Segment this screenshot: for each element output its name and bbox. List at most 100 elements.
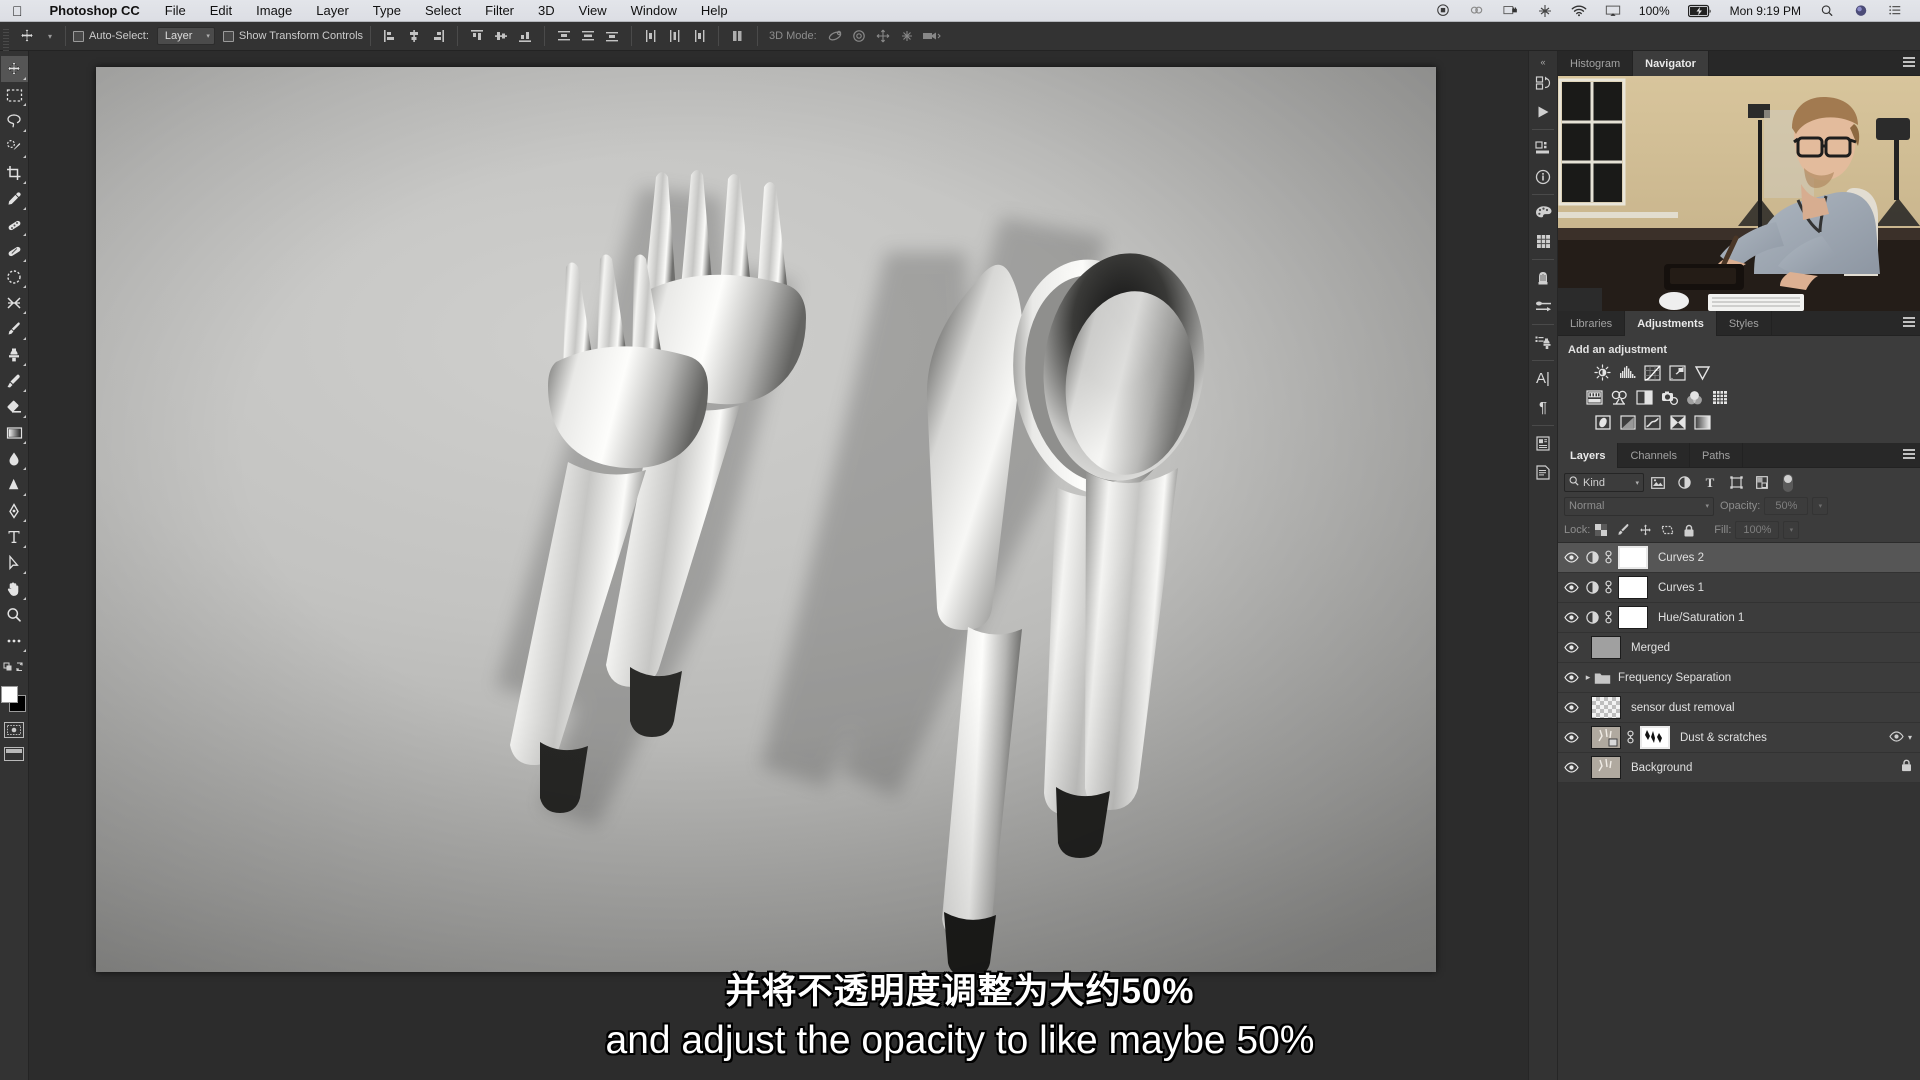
threshold-icon[interactable] [1640, 410, 1665, 435]
panel-menu-icon[interactable] [1903, 449, 1915, 461]
path-selection-tool[interactable] [1, 550, 28, 576]
properties-icon[interactable] [1529, 133, 1557, 162]
orbit-3d-icon[interactable] [824, 25, 846, 47]
creative-cloud-icon[interactable] [1460, 4, 1494, 18]
layer-name[interactable]: Merged [1631, 642, 1670, 654]
gradient-tool[interactable] [1, 420, 28, 446]
tab-adjustments[interactable]: Adjustments [1625, 311, 1717, 336]
layer-name[interactable]: Background [1631, 762, 1692, 774]
menubar-clock[interactable]: Mon 9:19 PM [1721, 4, 1810, 18]
vibrance-icon[interactable] [1690, 360, 1715, 385]
filter-adjustment-layers-icon[interactable] [1672, 472, 1696, 493]
selective-color-icon[interactable] [1665, 410, 1690, 435]
menu-3d[interactable]: 3D [526, 3, 567, 18]
lock-transparent-pixels-icon[interactable] [1590, 520, 1612, 540]
fill-value-field[interactable]: 100% [1735, 521, 1780, 539]
layer-name[interactable]: Curves 1 [1658, 582, 1704, 594]
roll-3d-icon[interactable] [848, 25, 870, 47]
chevron-down-icon[interactable]: ▾ [1908, 733, 1912, 742]
distribute-right-edges-icon[interactable] [688, 25, 710, 47]
options-bar-grip[interactable] [0, 21, 12, 51]
paragraph-styles-icon[interactable] [1529, 458, 1557, 487]
dodge-tool[interactable] [1, 472, 28, 498]
layer-name[interactable]: sensor dust removal [1631, 702, 1735, 714]
layer-visibility-eye-icon[interactable] [1561, 633, 1582, 663]
layer-mask-link-icon[interactable] [1602, 550, 1615, 565]
auto-select-checkbox[interactable] [73, 30, 84, 42]
align-horizontal-centers-icon[interactable] [403, 25, 425, 47]
table-row[interactable]: Curves 1 [1558, 573, 1920, 603]
clone-stamp-tool[interactable] [1, 342, 28, 368]
filter-enable-toggle[interactable] [1782, 473, 1794, 492]
gradient-map-icon[interactable] [1690, 410, 1715, 435]
lasso-tool[interactable] [1, 108, 28, 134]
pan-3d-icon[interactable] [872, 25, 894, 47]
lock-icon[interactable] [1901, 759, 1912, 777]
distribute-bottom-edges-icon[interactable] [601, 25, 623, 47]
patch-tool[interactable] [1, 264, 28, 290]
layer-visibility-eye-icon[interactable] [1561, 753, 1582, 783]
exposure-icon[interactable] [1665, 360, 1690, 385]
layer-mask-thumbnail[interactable] [1640, 726, 1670, 749]
layer-filter-kind-dropdown[interactable]: Kind ▾ [1564, 473, 1644, 492]
opacity-value-field[interactable]: 50% [1764, 497, 1809, 515]
default-and-swap-colors[interactable] [1, 654, 28, 680]
crop-tool[interactable] [1, 160, 28, 186]
zoom-tool[interactable] [1, 602, 28, 628]
menu-type[interactable]: Type [361, 3, 413, 18]
hue-saturation-icon[interactable] [1582, 385, 1607, 410]
paragraph-icon[interactable]: ¶ [1529, 393, 1557, 422]
layer-visibility-eye-icon[interactable] [1561, 663, 1582, 693]
menu-layer[interactable]: Layer [304, 3, 361, 18]
layer-mask-link-icon[interactable] [1624, 730, 1637, 745]
menu-view[interactable]: View [567, 3, 619, 18]
smart-object-thumbnail[interactable] [1591, 726, 1621, 749]
distribute-left-edges-icon[interactable] [640, 25, 662, 47]
siri-icon[interactable] [1844, 4, 1878, 18]
smart-filter-eye-icon[interactable] [1889, 729, 1904, 747]
character-styles-icon[interactable] [1529, 429, 1557, 458]
lock-all-icon[interactable] [1678, 520, 1700, 540]
healing-brush-tool[interactable] [1, 238, 28, 264]
channel-mixer-icon[interactable] [1682, 385, 1707, 410]
layer-visibility-eye-icon[interactable] [1561, 723, 1582, 753]
document-window[interactable] [96, 67, 1436, 972]
filter-pixel-layers-icon[interactable] [1646, 472, 1670, 493]
layer-mask-thumbnail[interactable] [1618, 546, 1648, 569]
menu-help[interactable]: Help [689, 3, 740, 18]
notification-center-icon[interactable] [1878, 4, 1912, 18]
apple-logo-icon[interactable]:  [0, 4, 37, 18]
info-icon[interactable] [1529, 162, 1557, 191]
show-transform-controls-checkbox[interactable] [222, 30, 234, 42]
quick-mask-icon[interactable] [4, 722, 24, 738]
battery-charging-icon[interactable] [1679, 4, 1721, 18]
clone-source-icon[interactable] [1529, 328, 1557, 357]
layer-name[interactable]: Hue/Saturation 1 [1658, 612, 1744, 624]
color-balance-icon[interactable] [1607, 385, 1632, 410]
move-tool[interactable] [0, 56, 28, 82]
screen-mode-icon[interactable] [4, 747, 24, 761]
auto-select-scope-dropdown[interactable]: Layer ▾ [156, 27, 215, 45]
active-app-name[interactable]: Photoshop CC [37, 3, 153, 18]
align-more-options-icon[interactable] [727, 25, 749, 47]
distribute-horizontal-centers-icon[interactable] [664, 25, 686, 47]
table-row[interactable]: Background [1558, 753, 1920, 783]
menu-filter[interactable]: Filter [473, 3, 526, 18]
color-swatches-icon[interactable] [1529, 198, 1557, 227]
layer-mask-thumbnail[interactable] [1618, 606, 1648, 629]
wifi-icon[interactable] [1562, 4, 1596, 18]
tab-navigator[interactable]: Navigator [1633, 51, 1709, 76]
layer-name[interactable]: Curves 2 [1658, 552, 1704, 564]
brightness-contrast-icon[interactable] [1590, 360, 1615, 385]
layer-visibility-eye-icon[interactable] [1561, 603, 1582, 633]
rectangular-marquee-tool[interactable] [1, 82, 28, 108]
levels-icon[interactable] [1615, 360, 1640, 385]
tab-channels[interactable]: Channels [1618, 443, 1690, 468]
navigator-panel-body[interactable] [1558, 76, 1920, 311]
display-plug-icon[interactable] [1494, 4, 1528, 18]
table-row[interactable]: Dust & scratches ▾ [1558, 723, 1920, 753]
distribute-vertical-centers-icon[interactable] [577, 25, 599, 47]
layer-thumbnail[interactable] [1591, 636, 1621, 659]
pen-tool[interactable] [1, 498, 28, 524]
brush-tool[interactable] [1, 316, 28, 342]
